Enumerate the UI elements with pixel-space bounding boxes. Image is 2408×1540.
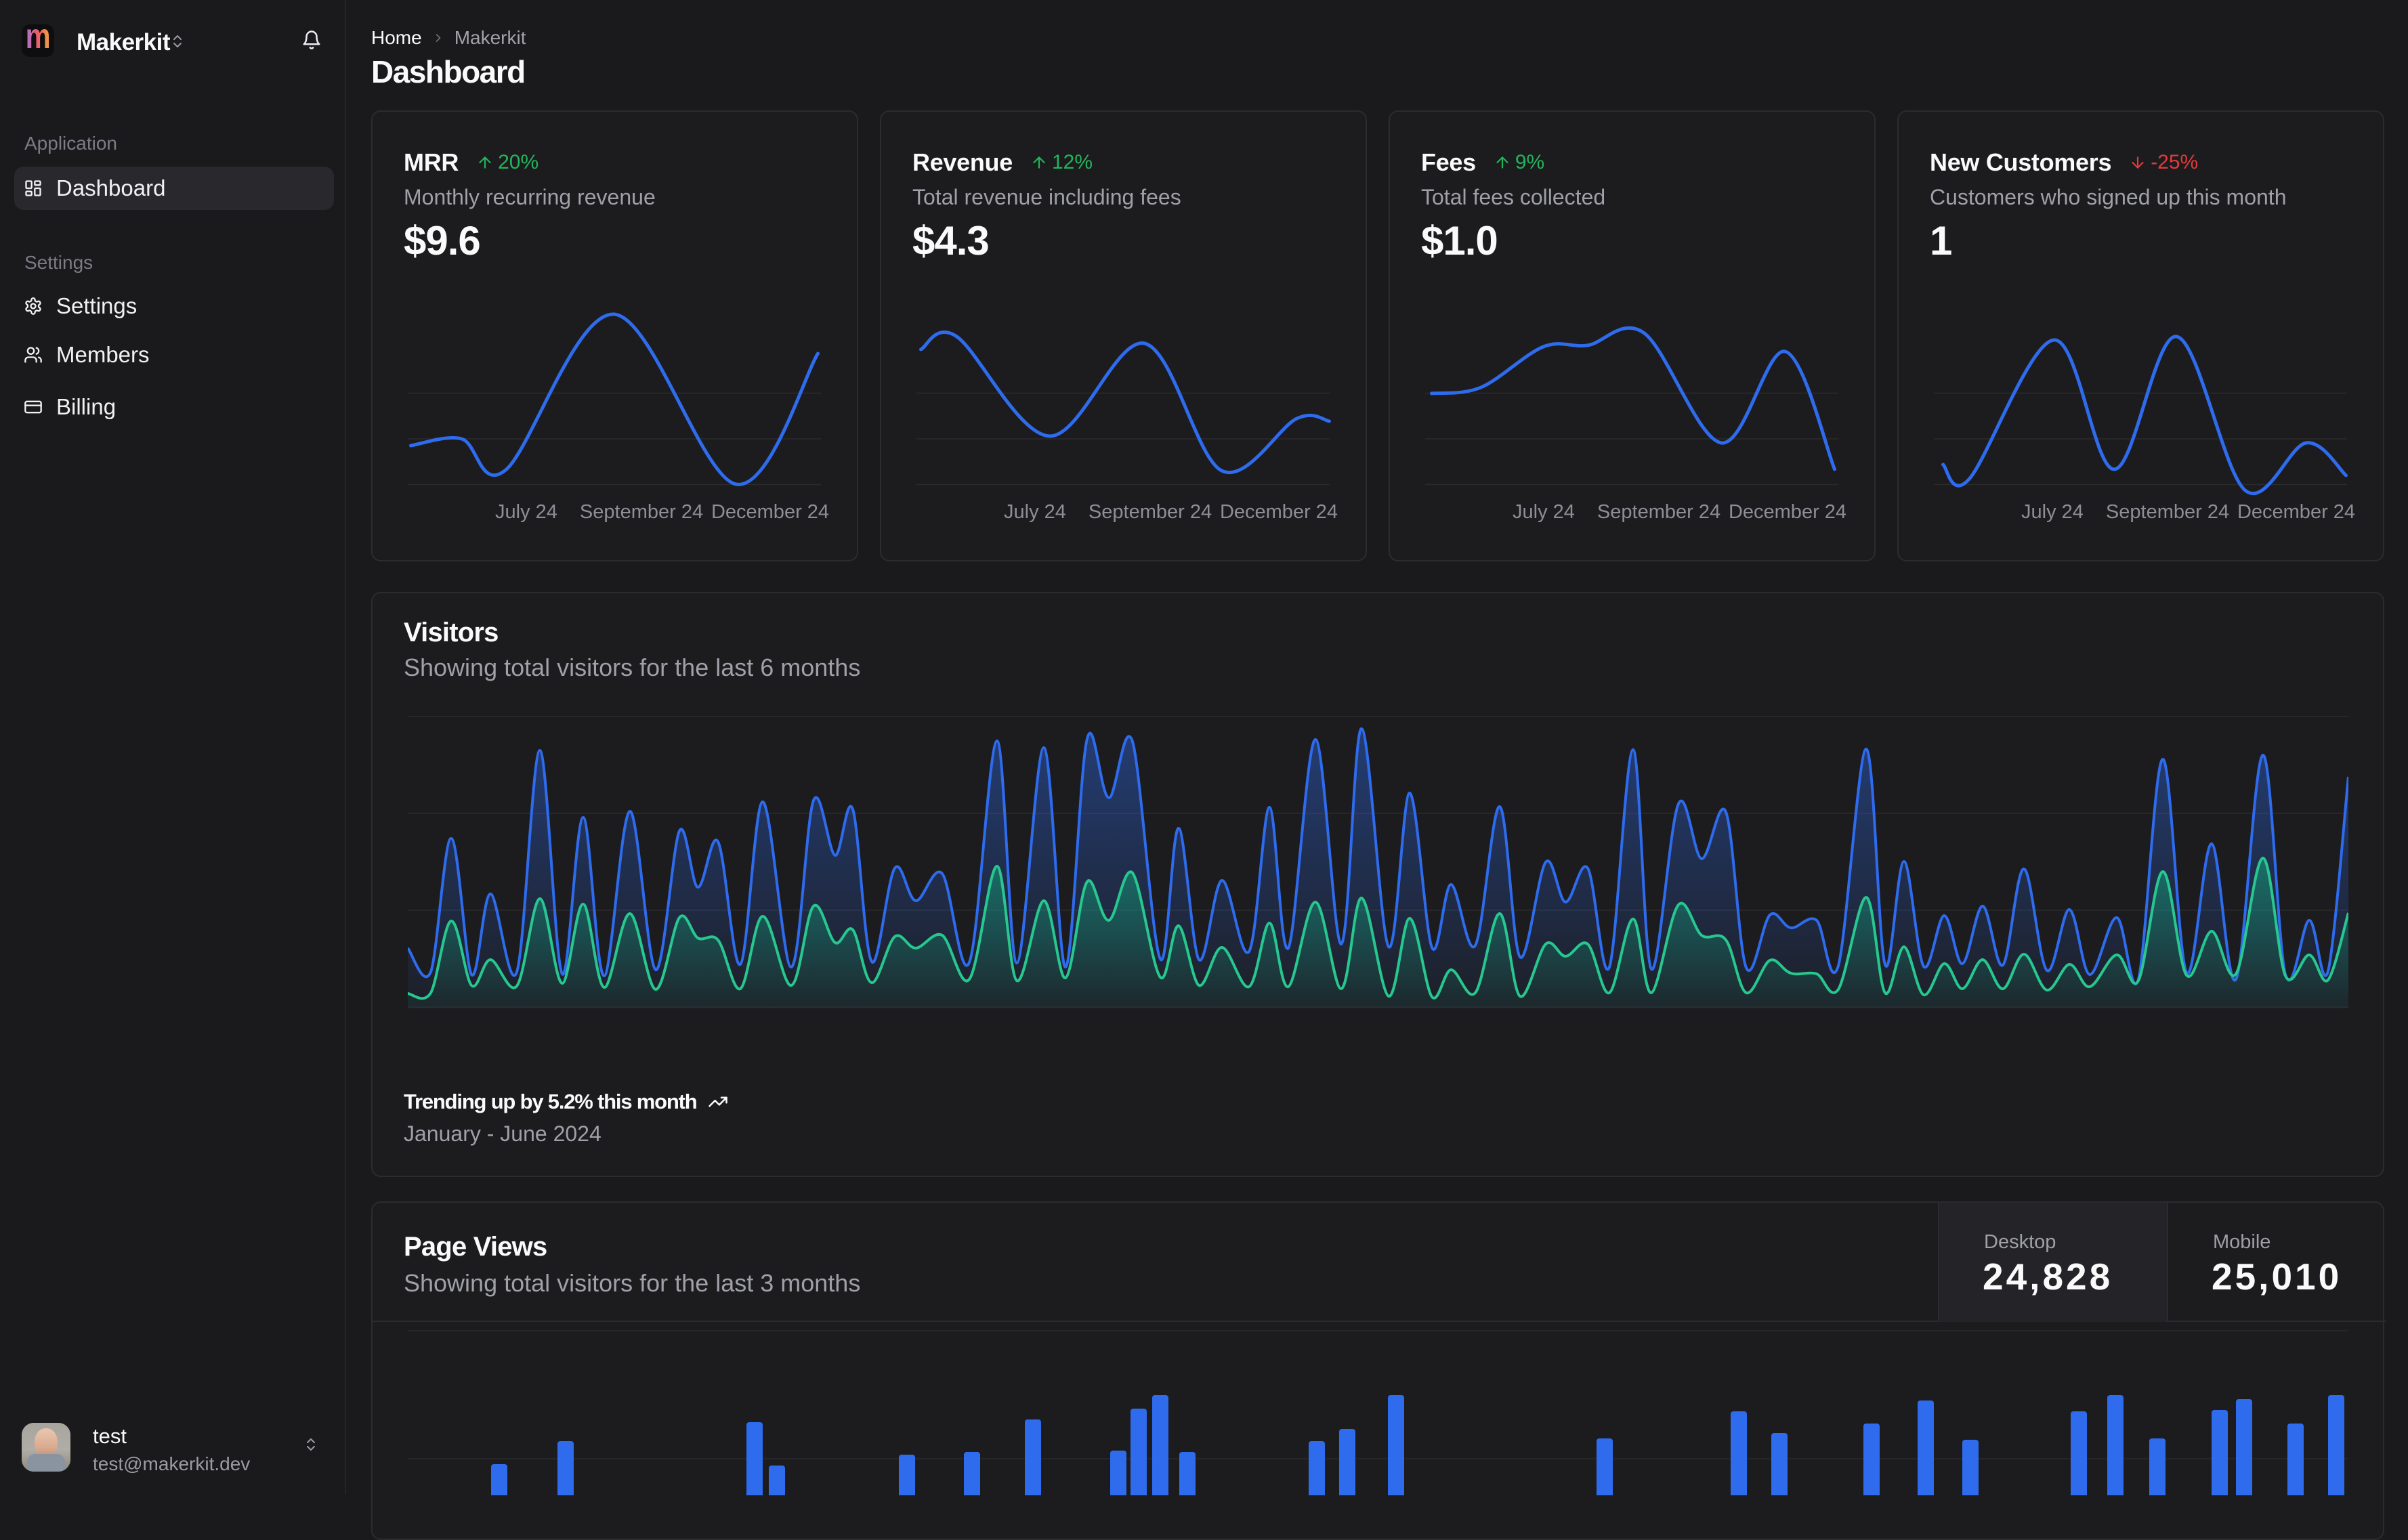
svg-text:December 24: December 24	[711, 501, 829, 523]
svg-text:July 24: July 24	[1513, 501, 1575, 523]
svg-text:September 24: September 24	[1089, 501, 1212, 523]
svg-text:December 24: December 24	[2237, 501, 2355, 523]
svg-text:December 24: December 24	[1220, 501, 1338, 523]
svg-text:July 24: July 24	[495, 501, 557, 523]
svg-text:December 24: December 24	[1729, 501, 1846, 523]
svg-text:September 24: September 24	[580, 501, 703, 523]
svg-text:September 24: September 24	[2106, 501, 2229, 523]
svg-text:July 24: July 24	[1004, 501, 1066, 523]
svg-text:September 24: September 24	[1597, 501, 1720, 523]
svg-text:July 24: July 24	[2021, 501, 2084, 523]
